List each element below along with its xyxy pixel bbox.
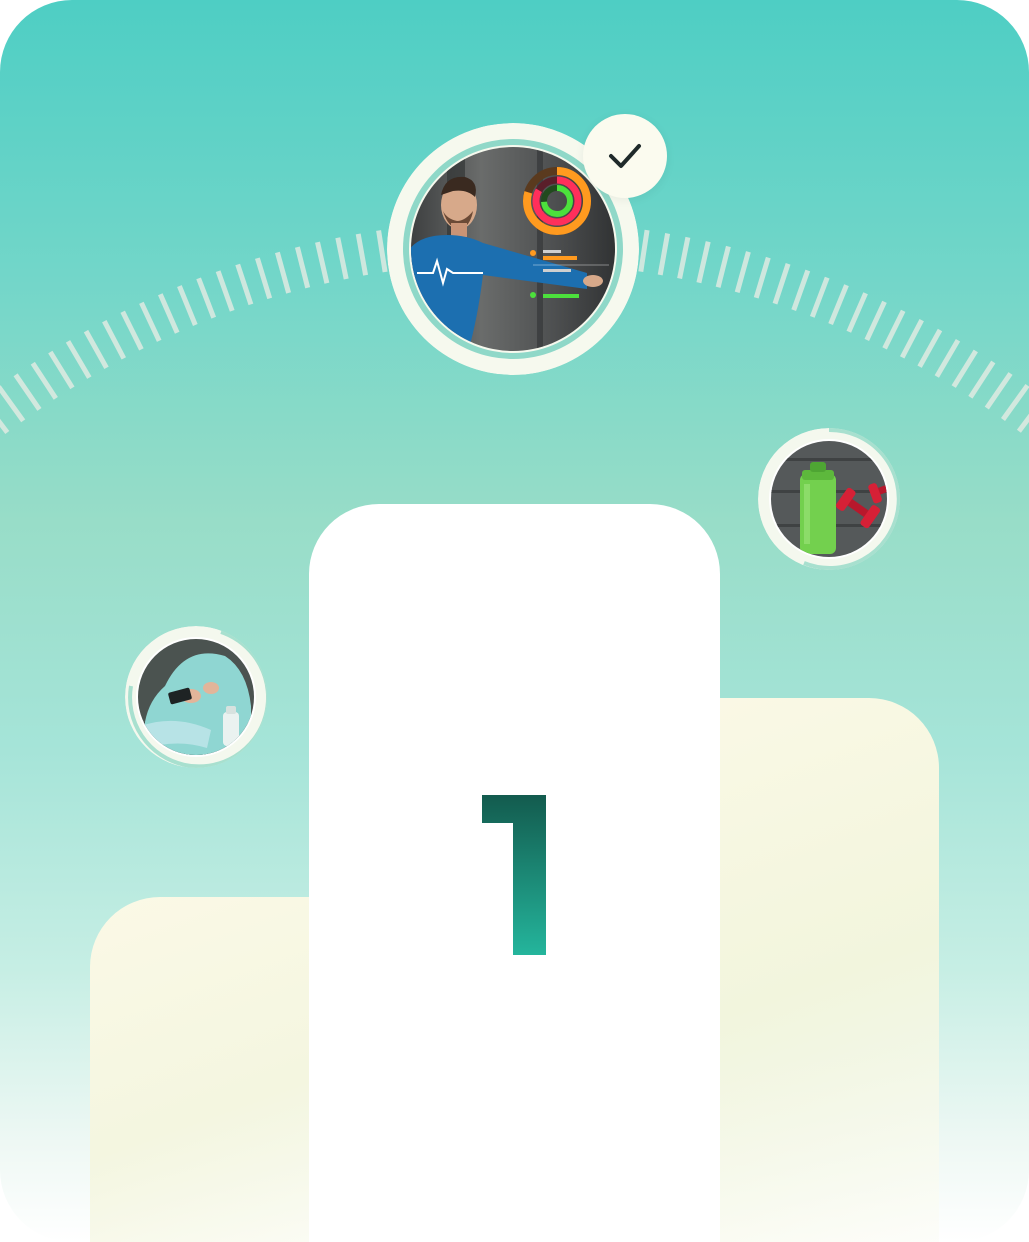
arc-tick: [139, 301, 162, 342]
arc-tick: [177, 285, 198, 326]
arc-tick: [0, 418, 10, 435]
arc-tick: [677, 236, 691, 279]
arc-tick: [828, 284, 849, 326]
arc-tick: [30, 361, 58, 400]
arc-tick: [1000, 383, 1029, 421]
leaderboard-card: 1: [0, 0, 1029, 1242]
arc-tick: [376, 230, 388, 273]
arc-tick: [934, 338, 961, 378]
arc-tick: [48, 350, 75, 390]
arc-tick: [696, 241, 711, 284]
arc-tick: [102, 320, 127, 360]
supplement-avatar[interactable]: [758, 428, 900, 570]
arc-tick: [917, 328, 943, 368]
arc-tick: [13, 373, 42, 411]
arc-tick: [791, 269, 811, 311]
arc-tick: [235, 263, 254, 306]
arc-tick: [196, 277, 217, 319]
arc-tick: [809, 276, 830, 318]
arc-tick: [715, 245, 731, 288]
arc-tick: [984, 372, 1013, 410]
arc-tick: [882, 309, 906, 350]
user-avatar[interactable]: [125, 626, 267, 768]
arc-tick: [335, 237, 349, 280]
arc-tick: [864, 300, 887, 341]
arc-tick: [83, 329, 109, 370]
arc-tick: [0, 385, 26, 423]
completed-check-badge: [583, 114, 667, 198]
arc-tick: [65, 340, 92, 379]
arc-tick: [294, 246, 311, 289]
arc-tick: [638, 229, 650, 272]
arc-tick: [968, 360, 996, 399]
arc-tick: [120, 310, 144, 351]
arc-tick: [255, 257, 273, 300]
arc-tick: [753, 256, 771, 299]
rank-number-one: [482, 795, 546, 955]
arc-tick: [657, 233, 671, 276]
arc-tick: [1016, 413, 1029, 433]
arc-tick: [734, 251, 751, 293]
arc-tick: [274, 251, 292, 294]
arc-tick: [951, 349, 978, 388]
arc-tick: [355, 233, 369, 276]
arc-tick: [846, 292, 868, 333]
arc-tick: [158, 293, 180, 334]
arc-tick: [899, 318, 924, 359]
arc-tick: [215, 270, 235, 312]
check-icon: [609, 144, 641, 168]
arc-tick: [315, 241, 330, 284]
arc-tick: [772, 263, 791, 305]
